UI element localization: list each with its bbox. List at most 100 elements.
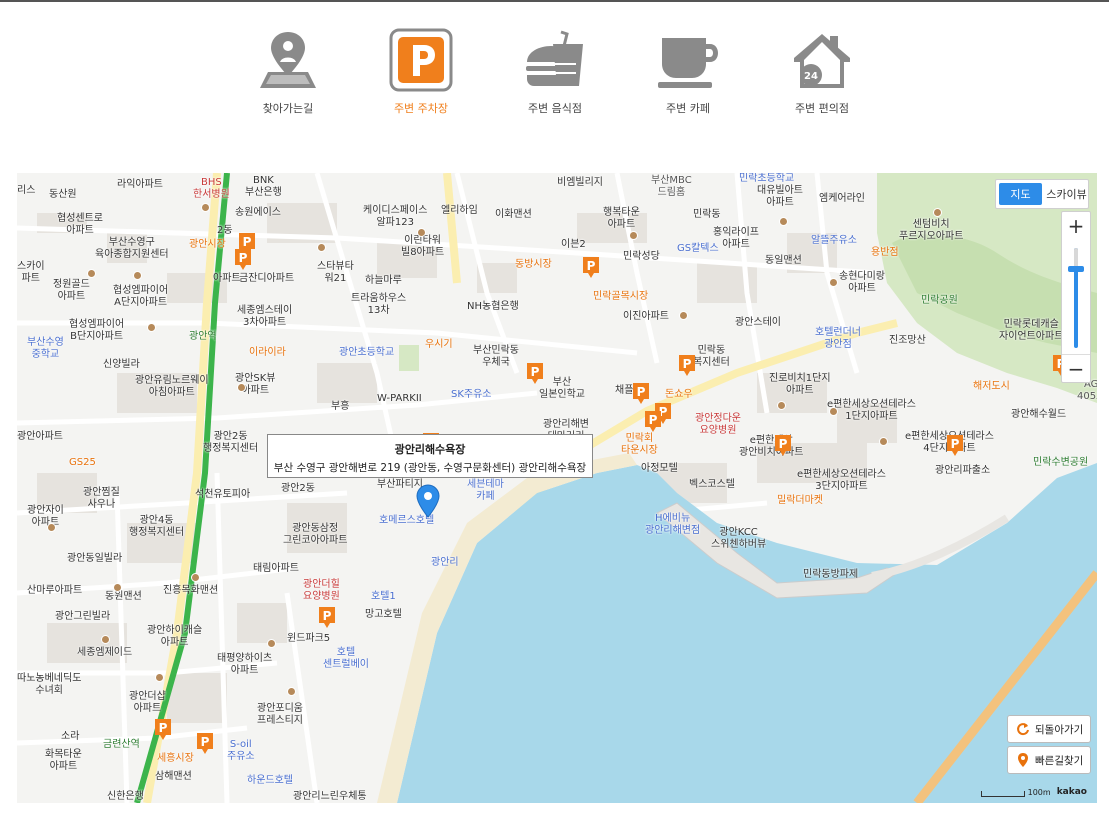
poi-dot[interactable] <box>779 217 788 226</box>
poi-dot[interactable] <box>87 269 96 278</box>
map-view[interactable]: 리스 동산원 라익아파트 BHS 한서병원 BNK 부산은행 송원에이스 협성센… <box>17 173 1097 803</box>
route-pin-icon <box>1018 753 1028 767</box>
poi-dot[interactable] <box>267 639 276 648</box>
map-label: 광안정다운 요양병원 <box>695 413 741 436</box>
back-button-label: 되돌아가기 <box>1035 723 1084 736</box>
map-base-layer <box>17 173 1097 803</box>
poi-dot[interactable] <box>629 231 638 240</box>
category-nav: 찾아가는길 주변 주차장 주변 음식점 주변 카페 24 주변 편의점 <box>0 28 1109 128</box>
place-title: 광안리해수욕장 <box>394 443 466 456</box>
map-label: 부산 일본인학교 <box>539 377 585 400</box>
map-label: 이화맨션 <box>495 209 532 220</box>
parking-marker[interactable]: P <box>677 353 697 377</box>
nav-convenience-label: 주변 편의점 <box>794 102 850 115</box>
map-label: 금련산역 <box>103 739 140 750</box>
map-label: 광안리파출소 <box>935 465 991 476</box>
svg-text:P: P <box>649 413 658 427</box>
map-label: e편한세상오션테라스 1단지아파트 <box>827 399 916 422</box>
map-label: 광안초등학교 <box>339 347 395 358</box>
poi-dot[interactable] <box>191 573 200 582</box>
map-label: GS25 <box>69 457 96 468</box>
poi-dot[interactable] <box>679 311 688 320</box>
poi-dot[interactable] <box>829 278 838 287</box>
poi-dot[interactable] <box>101 635 110 644</box>
map-label: 협성엠파이어 A단지아파트 <box>113 285 169 308</box>
parking-marker[interactable]: P <box>631 381 651 405</box>
poi-dot[interactable] <box>147 323 156 332</box>
back-button[interactable]: 되돌아가기 <box>1007 715 1091 743</box>
map-label: 협성센트로 아파트 <box>57 213 103 236</box>
nav-convenience[interactable]: 24 주변 편의점 <box>777 28 867 116</box>
poi-dot[interactable] <box>829 407 838 416</box>
map-type-map-button[interactable]: 지도 <box>999 183 1042 205</box>
map-label: H에비뉴 광안리해변점 <box>645 513 701 536</box>
parking-marker[interactable]: P <box>317 605 337 629</box>
map-label: 우시기 <box>425 339 453 350</box>
map-label: 세종엠제이드 <box>77 647 133 658</box>
place-info-box[interactable]: 광안리해수욕장 부산 수영구 광안해변로 219 (광안동, 수영구문화센터) … <box>267 434 593 478</box>
map-label: 광안유림노르웨이 아침아파트 <box>135 375 209 398</box>
map-label: 광안시장 <box>189 239 226 250</box>
svg-text:P: P <box>159 721 168 735</box>
map-label: 광안KCC 스위첸하버뷰 <box>711 527 767 550</box>
poi-dot[interactable] <box>47 523 56 532</box>
map-label: 호텔1 <box>371 591 396 602</box>
place-address: 부산 수영구 광안해변로 219 (광안동, 수영구문화센터) 광안리해수욕장 <box>273 462 587 474</box>
map-label: 광안4동 행정복지센터 <box>129 515 185 538</box>
svg-text:P: P <box>587 259 596 273</box>
parking-marker[interactable]: P <box>945 433 965 457</box>
zoom-handle[interactable] <box>1068 266 1084 272</box>
svg-text:P: P <box>683 357 692 371</box>
poi-dot[interactable] <box>777 401 786 410</box>
map-label: 민락회 타운시장 <box>621 433 658 456</box>
zoom-out-button[interactable]: − <box>1062 354 1090 382</box>
map-label: 광안더샵 아파트 <box>129 691 166 714</box>
map-label: 부산MBC 드림홈 <box>651 175 692 198</box>
map-label: 민락동 복지센터 <box>693 345 730 368</box>
poi-dot[interactable] <box>155 673 164 682</box>
poi-dot[interactable] <box>113 583 122 592</box>
poi-dot[interactable] <box>201 203 210 212</box>
poi-dot[interactable] <box>933 208 942 217</box>
map-label: 삼해맨션 <box>155 771 192 782</box>
parking-marker[interactable]: P <box>195 731 215 755</box>
parking-marker[interactable]: P <box>581 255 601 279</box>
map-label: 따노농베네딕도 수녀회 <box>17 673 82 696</box>
poi-dot[interactable] <box>237 383 246 392</box>
map-label: 협성엠파이어 B단지아파트 <box>69 319 125 342</box>
parking-marker[interactable]: P <box>153 717 173 741</box>
map-label: 민락동방파제 <box>803 569 859 580</box>
parking-icon <box>389 28 453 92</box>
nav-directions[interactable]: 찾아가는길 <box>243 28 333 116</box>
map-label: 홍익라이프 아파트 <box>713 227 759 250</box>
map-label: 민락롯데캐슬 자이언트아파트 <box>999 319 1064 342</box>
poi-dot[interactable] <box>317 243 326 252</box>
nav-directions-label: 찾아가는길 <box>262 102 314 115</box>
poi-dot[interactable] <box>133 271 142 280</box>
route-button[interactable]: 빠른길찾기 <box>1007 746 1091 774</box>
map-type-skyview-button[interactable]: 스카이뷰 <box>1045 180 1088 208</box>
map-scale: 100m kakao <box>980 787 1087 797</box>
map-label: 부흥 <box>331 401 350 412</box>
poi-dot[interactable] <box>417 228 426 237</box>
parking-marker[interactable]: P <box>773 433 793 457</box>
location-pin-icon[interactable] <box>416 484 440 518</box>
nav-cafes[interactable]: 주변 카페 <box>643 28 733 116</box>
map-label: 동산원 <box>49 189 77 200</box>
parking-marker[interactable]: P <box>643 409 663 433</box>
map-label: 진조망산 <box>889 335 926 346</box>
zoom-in-button[interactable]: + <box>1062 212 1090 240</box>
refresh-icon <box>1017 723 1029 736</box>
map-label: 진로비치1단지 아파트 <box>769 373 831 396</box>
poi-dot[interactable] <box>879 437 888 446</box>
map-label: 호텔런더너 광안점 <box>815 327 861 350</box>
map-label: 엠케어라인 <box>819 193 865 204</box>
parking-marker[interactable]: P <box>233 247 253 271</box>
nav-parking[interactable]: 주변 주차장 <box>376 28 466 116</box>
svg-text:P: P <box>951 437 960 451</box>
parking-marker[interactable]: P <box>525 361 545 385</box>
map-label: 부산수영 중학교 <box>27 337 64 360</box>
poi-dot[interactable] <box>287 687 296 696</box>
nav-restaurants[interactable]: 주변 음식점 <box>510 28 600 116</box>
map-type-toggle: 지도 스카이뷰 <box>995 179 1089 209</box>
